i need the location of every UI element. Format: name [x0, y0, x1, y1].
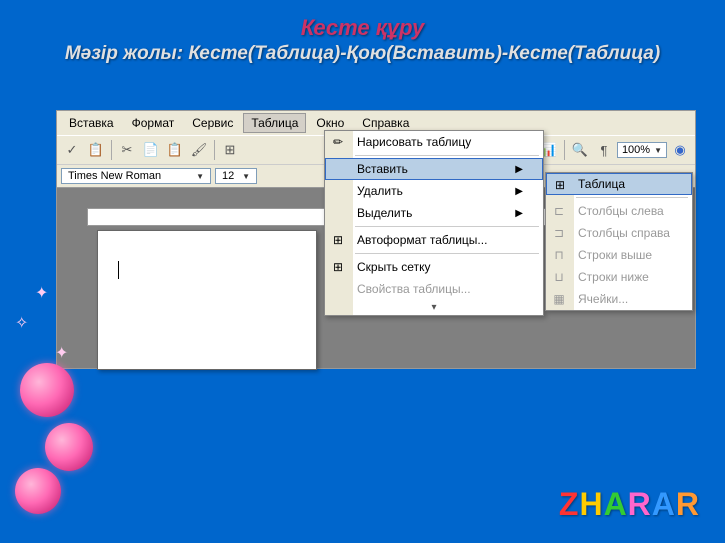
copy-icon[interactable]: 📄	[140, 139, 162, 161]
menu-service[interactable]: Сервис	[184, 113, 241, 133]
zharar-logo: ZHARAR	[559, 486, 700, 523]
rose-icon	[45, 423, 93, 471]
cols-right-icon: ⊐	[550, 224, 568, 242]
chevron-down-icon: ▼	[196, 172, 204, 181]
chevron-right-icon: ▶	[515, 186, 523, 197]
rose-icon	[20, 363, 74, 417]
separator	[111, 140, 112, 160]
menu-table-properties: Свойства таблицы...	[325, 278, 543, 300]
chevron-right-icon: ▶	[515, 208, 523, 219]
table-icon: ⊞	[551, 176, 569, 194]
format-painter-icon[interactable]: 🖌	[188, 139, 210, 161]
size-combo[interactable]: 12 ▼	[215, 168, 257, 184]
rose-decoration: ✦ ✧ ✦	[5, 273, 105, 513]
autoformat-icon: ⊞	[329, 231, 347, 249]
menu-format[interactable]: Формат	[124, 113, 183, 133]
table-dropdown-menu: ✏ Нарисовать таблицу Вставить ▶ Удалить …	[324, 130, 544, 316]
paste-icon[interactable]: 📋	[164, 139, 186, 161]
chevron-down-icon: ▼	[242, 172, 250, 181]
separator	[355, 226, 539, 227]
logo-letter: R	[628, 486, 652, 523]
logo-letter: H	[579, 486, 603, 523]
menu-draw-table[interactable]: ✏ Нарисовать таблицу	[325, 131, 543, 153]
research-icon[interactable]: 📋	[85, 139, 107, 161]
zoom-combo[interactable]: 100% ▼	[617, 142, 667, 158]
slide-title: Кесте құру	[0, 0, 725, 41]
text-cursor	[118, 261, 119, 279]
document-page[interactable]	[97, 230, 317, 370]
zoom-icon[interactable]: 🔍	[569, 139, 591, 161]
pencil-icon: ✏	[329, 133, 347, 151]
menu-hide-grid[interactable]: ⊞ Скрыть сетку	[325, 256, 543, 278]
spellcheck-icon[interactable]: ✓	[61, 139, 83, 161]
font-combo[interactable]: Times New Roman ▼	[61, 168, 211, 184]
logo-letter: Z	[559, 486, 580, 523]
logo-letter: R	[676, 486, 700, 523]
chevron-right-icon: ▶	[515, 164, 523, 175]
rows-below-icon: ⊔	[550, 268, 568, 286]
rows-above-icon: ⊓	[550, 246, 568, 264]
menu-table[interactable]: Таблица	[243, 113, 306, 133]
help-icon[interactable]: ◉	[669, 139, 691, 161]
menu-delete[interactable]: Удалить ▶	[325, 180, 543, 202]
submenu-cols-right: ⊐ Столбцы справа	[546, 222, 692, 244]
menu-insert[interactable]: Вставить ▶	[325, 158, 543, 180]
chevron-down-icon: ▼	[654, 146, 662, 155]
submenu-cells: ▦ Ячейки...	[546, 288, 692, 310]
menu-insert[interactable]: Вставка	[61, 113, 122, 133]
submenu-rows-above: ⊓ Строки выше	[546, 244, 692, 266]
insert-submenu: ⊞ Таблица ⊏ Столбцы слева ⊐ Столбцы спра…	[545, 172, 693, 311]
submenu-cols-left: ⊏ Столбцы слева	[546, 200, 692, 222]
cols-left-icon: ⊏	[550, 202, 568, 220]
paragraph-icon[interactable]: ¶	[593, 139, 615, 161]
logo-letter: A	[652, 486, 676, 523]
logo-letter: A	[604, 486, 628, 523]
rose-icon	[15, 468, 61, 514]
cut-icon[interactable]: ✂	[116, 139, 138, 161]
separator	[355, 155, 539, 156]
slide-subtitle: Мәзір жолы: Кесте(Таблица)-Қою(Вставить)…	[0, 41, 725, 75]
cells-icon: ▦	[550, 290, 568, 308]
submenu-table[interactable]: ⊞ Таблица	[546, 173, 692, 195]
separator	[564, 140, 565, 160]
submenu-rows-below: ⊔ Строки ниже	[546, 266, 692, 288]
grid-icon: ⊞	[329, 258, 347, 276]
separator	[576, 197, 688, 198]
menu-autoformat[interactable]: ⊞ Автоформат таблицы...	[325, 229, 543, 251]
table-icon[interactable]: ⊞	[219, 139, 241, 161]
separator	[355, 253, 539, 254]
menu-select[interactable]: Выделить ▶	[325, 202, 543, 224]
separator	[214, 140, 215, 160]
expand-menu-icon[interactable]: ▾	[325, 300, 543, 315]
